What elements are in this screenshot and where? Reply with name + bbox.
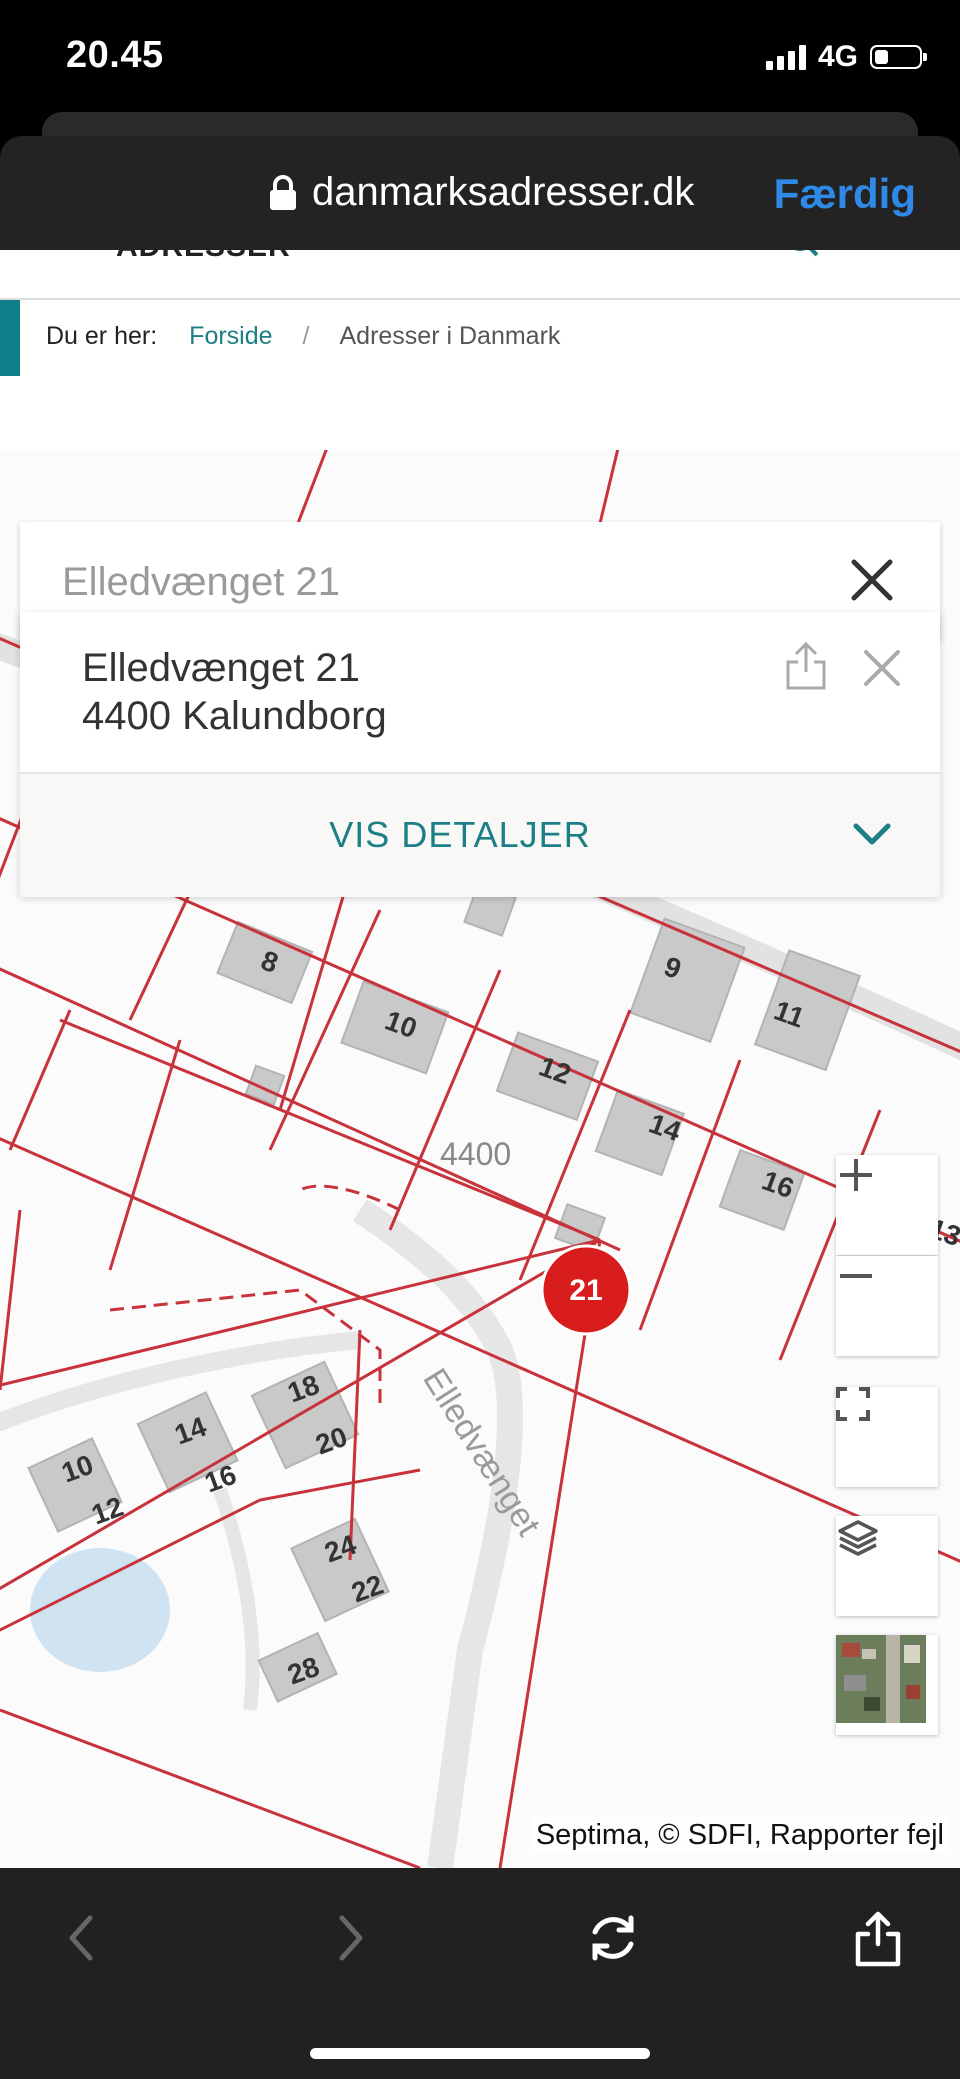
- battery-icon: [870, 45, 927, 69]
- aerial-thumbnail: [836, 1635, 926, 1723]
- reload-icon[interactable]: [583, 1908, 643, 1968]
- address-info-card: Elledvænget 21 4400 Kalundborg VIS DETAL…: [20, 612, 940, 897]
- address-street: Elledvænget 21: [82, 646, 360, 690]
- postal-code-label: 4400: [440, 1136, 511, 1172]
- share-icon[interactable]: [784, 640, 828, 692]
- close-icon[interactable]: [860, 646, 904, 690]
- browser-toolbar: [0, 1868, 960, 2079]
- layers-button[interactable]: [836, 1516, 938, 1616]
- marker-label: 21: [569, 1274, 602, 1307]
- zoom-in-button[interactable]: [836, 1155, 938, 1255]
- status-indicators: 4G: [765, 40, 927, 74]
- show-details-button[interactable]: VIS DETALJER: [20, 772, 940, 897]
- fullscreen-button[interactable]: [836, 1387, 938, 1487]
- lock-icon: [270, 174, 296, 210]
- road-branch: [213, 1487, 260, 1711]
- chevron-down-icon: [853, 823, 891, 845]
- breadcrumb: Du er her: Forside / Adresser i Danmark: [46, 322, 560, 351]
- parcel-line: [0, 1708, 421, 1868]
- share-icon[interactable]: [848, 1908, 908, 1968]
- site-nav-label[interactable]: ADRESSER: [116, 250, 291, 264]
- network-type: 4G: [817, 40, 858, 73]
- address-city: 4400 Kalundborg: [82, 694, 387, 738]
- breadcrumb-lead: Du er her:: [46, 322, 158, 350]
- breadcrumb-current: Adresser i Danmark: [339, 322, 561, 350]
- forward-icon[interactable]: [320, 1908, 380, 1968]
- breadcrumb-accent: [0, 300, 20, 376]
- show-details-label: VIS DETALJER: [329, 814, 591, 855]
- fullscreen-icon: [836, 1387, 870, 1421]
- breadcrumb-separator: /: [302, 322, 310, 350]
- url-text: danmarksadresser.dk: [312, 170, 695, 214]
- url-field[interactable]: danmarksadresser.dk: [268, 170, 694, 215]
- breadcrumb-home-link[interactable]: Forside: [189, 322, 272, 351]
- search-icon[interactable]: [784, 250, 820, 264]
- zoom-out-button[interactable]: [836, 1256, 938, 1356]
- browser-url-bar: danmarksadresser.dk Færdig: [0, 136, 960, 250]
- status-bar: 20.45 4G: [0, 0, 960, 130]
- parcel-line: [8, 1009, 72, 1151]
- home-indicator: [310, 2048, 650, 2059]
- parcel-line: [108, 1039, 182, 1271]
- signal-icon: [765, 44, 806, 70]
- done-button[interactable]: Færdig: [774, 170, 916, 218]
- status-time: 20.45: [66, 34, 164, 76]
- back-icon[interactable]: [52, 1908, 112, 1968]
- lake: [30, 1548, 170, 1672]
- parcel-line: [299, 1184, 401, 1212]
- aerial-layer-button[interactable]: [836, 1635, 938, 1735]
- web-page: ADRESSER Du er her: Forside / Adresser i…: [0, 250, 960, 1868]
- close-icon[interactable]: [844, 552, 900, 608]
- street-label: Elledvænget: [415, 1362, 548, 1543]
- address-marker[interactable]: 21: [540, 1244, 632, 1336]
- layers-icon: [838, 1520, 878, 1556]
- site-header: ADRESSER: [0, 250, 960, 300]
- zoom-out-icon: [840, 1274, 872, 1278]
- search-input[interactable]: Elledvænget 21: [62, 560, 340, 605]
- parcel-line: [0, 1209, 22, 1391]
- map-attribution[interactable]: Septima, © SDFI, Rapporter fejl: [529, 1817, 950, 1854]
- zoom-in-icon: [840, 1159, 872, 1191]
